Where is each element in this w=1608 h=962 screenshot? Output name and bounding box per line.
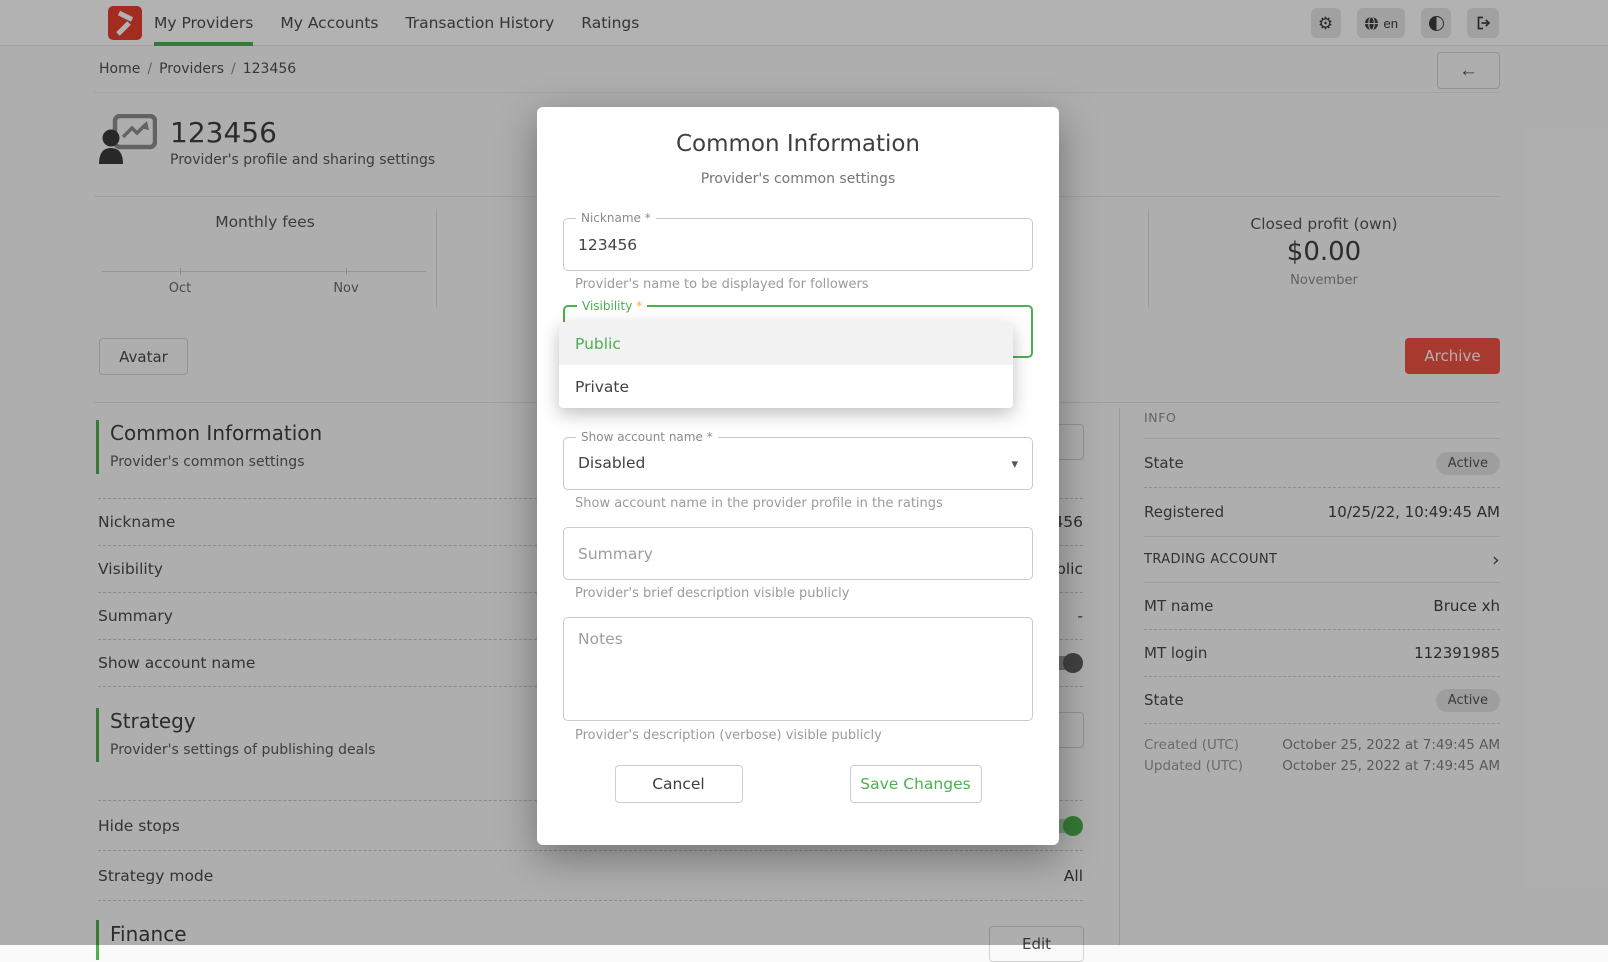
save-changes-button[interactable]: Save Changes xyxy=(850,765,982,803)
show-account-name-select[interactable]: Show account name * Disabled ▾ xyxy=(563,437,1033,490)
summary-field xyxy=(563,527,1033,580)
dialog-actions: Cancel Save Changes xyxy=(563,765,1033,803)
visibility-dropdown-menu: Public Private xyxy=(559,322,1013,408)
common-information-dialog: Common Information Provider's common set… xyxy=(537,107,1059,845)
required-asterisk: * xyxy=(636,299,642,313)
field-label-text: Nickname xyxy=(581,211,641,225)
field-label-text: Visibility xyxy=(582,299,632,313)
notes-helper-text: Provider's description (verbose) visible… xyxy=(575,728,1033,743)
dialog-title: Common Information xyxy=(537,131,1059,157)
notes-textarea[interactable] xyxy=(564,618,1032,720)
summary-helper-text: Provider's brief description visible pub… xyxy=(575,586,1033,601)
option-public[interactable]: Public xyxy=(559,322,1013,365)
cancel-button[interactable]: Cancel xyxy=(615,765,743,803)
notes-field xyxy=(563,617,1033,721)
dialog-subtitle: Provider's common settings xyxy=(537,171,1059,187)
show-account-name-field-label: Show account name * xyxy=(576,430,718,444)
option-private[interactable]: Private xyxy=(559,365,1013,408)
show-account-name-helper-text: Show account name in the provider profil… xyxy=(575,496,1033,511)
nickname-field: Nickname * xyxy=(563,218,1033,271)
required-asterisk: * xyxy=(707,430,713,444)
visibility-field-label: Visibility * xyxy=(577,299,647,313)
caret-down-icon: ▾ xyxy=(1011,457,1018,472)
nickname-input[interactable] xyxy=(564,219,1032,270)
nickname-helper-text: Provider's name to be displayed for foll… xyxy=(575,277,1033,292)
summary-input[interactable] xyxy=(564,528,1032,579)
required-asterisk: * xyxy=(645,211,651,225)
show-account-name-value: Disabled xyxy=(564,438,1032,489)
field-label-text: Show account name xyxy=(581,430,703,444)
nickname-field-label: Nickname * xyxy=(576,211,656,225)
